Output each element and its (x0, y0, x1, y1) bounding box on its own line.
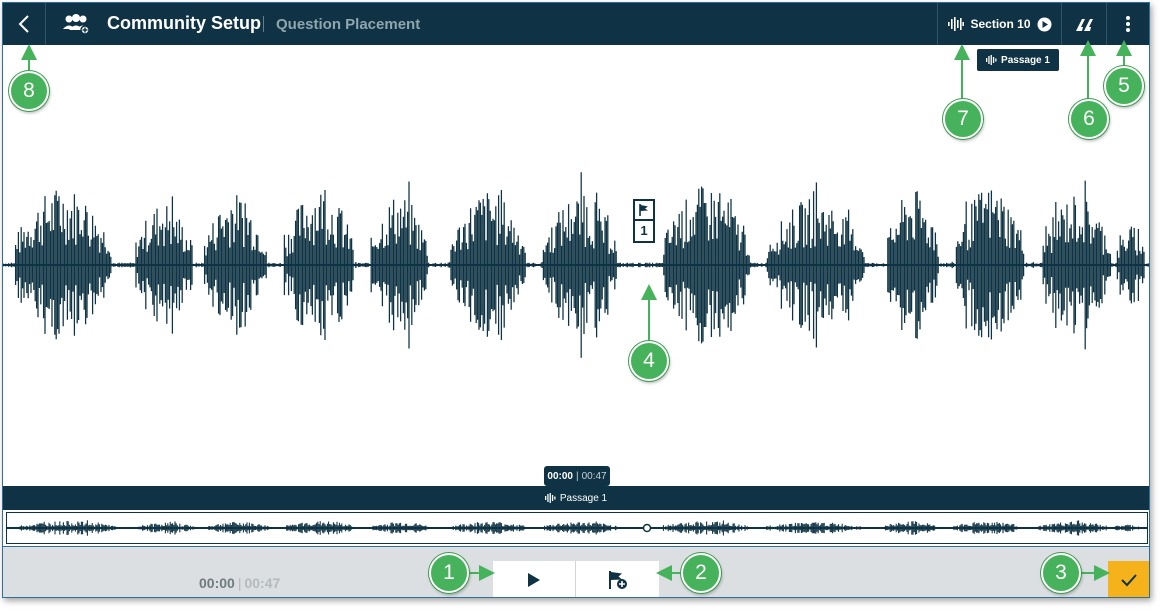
callout-4: 4 (629, 341, 669, 381)
callout-7: 7 (943, 99, 983, 139)
callout-2: 2 (681, 553, 721, 593)
callout-6: 6 (1069, 99, 1109, 139)
callout-1: 1 (429, 553, 469, 593)
callout-3: 3 (1041, 553, 1081, 593)
callout-5: 5 (1104, 66, 1144, 106)
callout-8: 8 (9, 71, 49, 111)
annotation-arrows (21, 40, 1132, 581)
